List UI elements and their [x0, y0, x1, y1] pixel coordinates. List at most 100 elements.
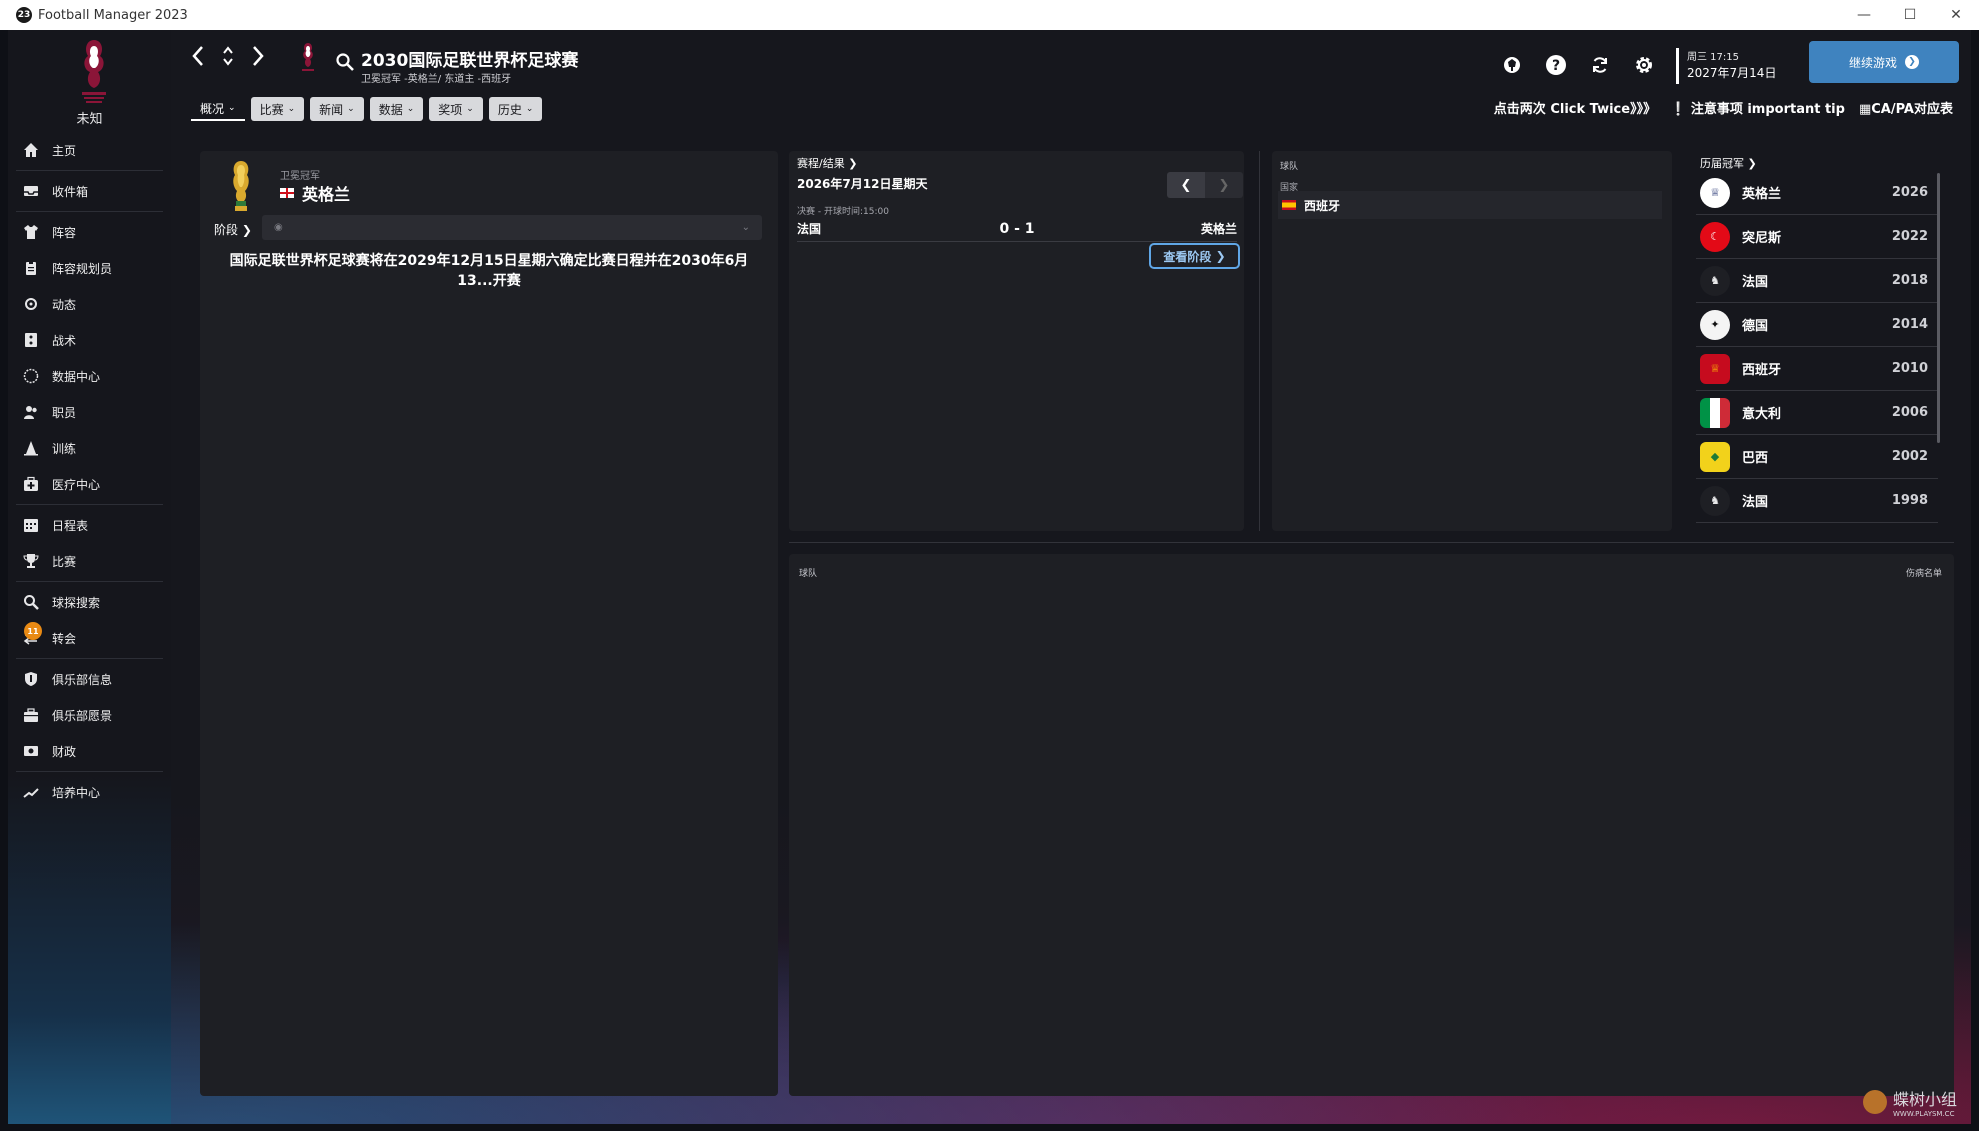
header-icon-group: ? — [1499, 52, 1657, 78]
page-title: 2030国际足联世界杯足球赛 — [361, 51, 579, 71]
holder-label: 卫冕冠军 — [280, 171, 320, 182]
spain-badge-icon: ♕ — [1700, 353, 1730, 384]
next-fixture-button[interactable]: ❯ — [1205, 172, 1243, 198]
stage-link[interactable]: 阶段 ❯ — [214, 221, 252, 238]
sidebar-item-label: 训练 — [52, 441, 77, 456]
inbox-icon — [22, 182, 40, 200]
minimize-icon[interactable]: — — [1841, 0, 1887, 30]
sidebar-item-label: 主页 — [52, 143, 77, 158]
sidebar-item-inbox[interactable]: 收件箱 — [8, 173, 171, 209]
team-row[interactable]: 西班牙 — [1278, 191, 1662, 219]
clipboard-icon — [22, 259, 40, 277]
tab-overview[interactable]: 概况 ⌄ — [191, 97, 245, 121]
champion-year: 2022 — [1891, 229, 1928, 244]
sidebar-item-home[interactable]: 主页 — [8, 132, 171, 168]
list-item[interactable]: ♕ 西班牙 2010 — [1696, 347, 1938, 391]
champions-heading-link[interactable]: 历届冠军 ❯ — [1700, 155, 1757, 171]
game-date: 2027年7月14日 — [1687, 66, 1777, 80]
sidebar-item-label: 医疗中心 — [52, 477, 101, 492]
sidebar-item-finances[interactable]: 财政 — [8, 733, 171, 769]
sidebar-item-transfers[interactable]: 11 转会 — [8, 620, 171, 656]
list-item[interactable]: ◆ 巴西 2002 — [1696, 435, 1938, 479]
sidebar-item-training[interactable]: 训练 — [8, 430, 171, 466]
view-stage-label: 查看阶段 — [1163, 249, 1212, 264]
important-tip-link[interactable]: ❕ 注意事项 important tip — [1670, 98, 1845, 117]
sidebar: 未知 主页 收件箱 阵容 阵容规划员 动态 战术 数据中心 职员 训练 医疗中心… — [8, 30, 171, 1124]
match-score[interactable]: 0 - 1 — [937, 221, 1097, 237]
sidebar-item-label: 收件箱 — [52, 184, 89, 199]
chevron-down-icon: ⌄ — [466, 104, 474, 114]
champions-scrollbar[interactable] — [1937, 173, 1940, 443]
champion-team: 西班牙 — [1742, 363, 1782, 378]
teams-heading: 球队 — [1280, 162, 1299, 172]
sidebar-item-scouting[interactable]: 球探搜索 — [8, 584, 171, 620]
list-item[interactable]: ♞ 法国 2018 — [1696, 259, 1938, 303]
gear-icon[interactable] — [1631, 52, 1657, 78]
view-stage-button[interactable]: 查看阶段 ❯ — [1149, 243, 1240, 269]
sidebar-divider — [16, 170, 163, 171]
previous-fixture-button[interactable]: ❮ — [1167, 172, 1205, 198]
sidebar-item-club-vision[interactable]: 俱乐部愿景 — [8, 697, 171, 733]
page-header: 2030国际足联世界杯足球赛 卫冕冠军 -英格兰/ 东道主 -西班牙 概况 ⌄ 比… — [171, 30, 1971, 130]
sidebar-item-data-hub[interactable]: 数据中心 — [8, 358, 171, 394]
tab-news[interactable]: 新闻 ⌄ — [310, 97, 364, 121]
list-item[interactable]: ♞ 法国 1998 — [1696, 479, 1938, 523]
chevron-down-icon: ⌄ — [287, 104, 296, 114]
stage-dropdown[interactable]: ◉ ⌄ — [262, 215, 762, 240]
champion-year: 2018 — [1891, 273, 1928, 288]
back-arrow-icon[interactable] — [189, 44, 207, 68]
close-icon[interactable]: ✕ — [1933, 0, 1979, 30]
sidebar-item-squad-planner[interactable]: 阵容规划员 — [8, 250, 171, 286]
fixtures-heading-link[interactable]: 赛程/结果 ❯ — [797, 155, 857, 171]
manager-status: 未知 — [76, 112, 103, 127]
staff-icon — [22, 403, 40, 421]
list-item[interactable]: ♕ 英格兰 2026 — [1696, 171, 1938, 215]
up-down-arrow-icon[interactable] — [219, 44, 237, 68]
help-icon[interactable]: ? — [1543, 52, 1569, 78]
tab-history[interactable]: 历史 ⌄ — [488, 97, 543, 121]
sidebar-item-label: 阵容规划员 — [52, 261, 113, 276]
maximize-icon[interactable]: ☐ — [1887, 0, 1933, 30]
sidebar-item-dynamics[interactable]: 动态 — [8, 286, 171, 322]
fm-logo-icon[interactable] — [1499, 52, 1525, 78]
forward-arrow-icon[interactable] — [249, 44, 267, 68]
holder-team[interactable]: 英格兰 — [280, 181, 350, 205]
panel-divider — [1259, 151, 1260, 531]
list-item[interactable]: ✦ 德国 2014 — [1696, 303, 1938, 347]
sidebar-item-tactics[interactable]: 战术 — [8, 322, 171, 358]
sidebar-item-medical[interactable]: 医疗中心 — [8, 466, 171, 502]
watermark-logo-icon — [1862, 1090, 1887, 1114]
sidebar-item-competitions[interactable]: 比赛 — [8, 543, 171, 579]
tab-stats[interactable]: 数据 ⌄ — [369, 97, 424, 121]
sidebar-item-development[interactable]: 培养中心 — [8, 774, 171, 810]
sidebar-divider — [16, 658, 163, 659]
ca-pa-table-link[interactable]: ▦CA/PA对应表 — [1859, 98, 1953, 117]
squad-shirt-icon — [22, 223, 40, 241]
tab-matches[interactable]: 比赛 ⌄ — [250, 97, 305, 121]
click-twice-link[interactable]: 点击两次 Click Twice》》》 — [1494, 98, 1656, 117]
tab-awards[interactable]: 奖项 ⌄ — [429, 97, 483, 121]
away-team[interactable]: 英格兰 — [1097, 220, 1237, 237]
sidebar-item-staff[interactable]: 职员 — [8, 394, 171, 430]
match-row[interactable]: 法国 0 - 1 英格兰 — [797, 216, 1237, 242]
home-team[interactable]: 法国 — [797, 220, 937, 237]
list-item[interactable]: 意大利 2006 — [1696, 391, 1938, 435]
sidebar-item-label: 日程表 — [52, 518, 89, 533]
sidebar-item-squad[interactable]: 阵容 — [8, 214, 171, 250]
chevron-down-icon: ⌄ — [525, 104, 534, 114]
list-item[interactable]: ☾ 突尼斯 2022 — [1696, 215, 1938, 259]
overview-panel: 卫冕冠军 英格兰 阶段 ❯ ◉ ⌄ 国际足联世界杯足球赛将在2029年12月15… — [200, 151, 778, 1096]
chevron-down-icon: ⌄ — [228, 103, 236, 113]
training-cone-icon — [22, 439, 40, 457]
team-name: 西班牙 — [1304, 198, 1341, 213]
fixtures-panel: 赛程/结果 ❯ 2026年7月12日星期天 ❮ ❯ 决赛 - 开球时间:15:0… — [789, 151, 1244, 531]
sidebar-item-schedule[interactable]: 日程表 — [8, 507, 171, 543]
search-icon[interactable] — [335, 52, 355, 72]
ca-pa-label: CA/PA对应表 — [1871, 102, 1953, 117]
data-hub-icon — [22, 367, 40, 385]
continue-button[interactable]: 继续游戏 ❯ — [1809, 41, 1959, 83]
sidebar-item-club-info[interactable]: 俱乐部信息 — [8, 661, 171, 697]
england-badge-icon: ♕ — [1700, 177, 1730, 208]
refresh-icon[interactable] — [1587, 52, 1613, 78]
home-icon — [22, 141, 40, 159]
